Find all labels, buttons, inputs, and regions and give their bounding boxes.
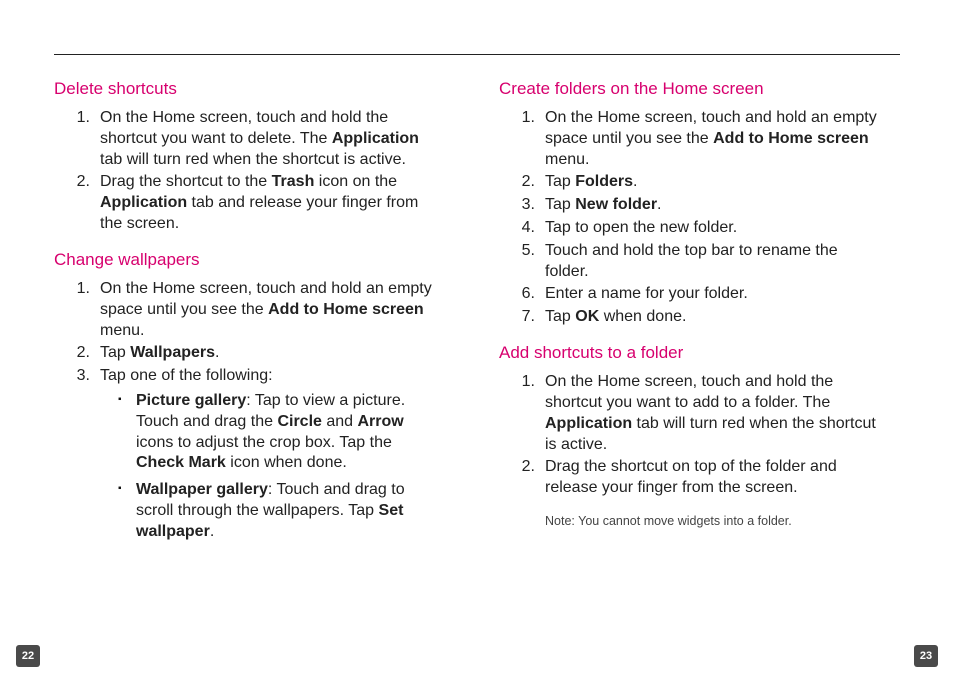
list-item: 5. Touch and hold the top bar to rename … [535, 241, 884, 283]
text: Tap [545, 196, 575, 213]
list-item: 1. On the Home screen, touch and hold th… [535, 372, 884, 455]
text: Touch and hold the top bar to rename the… [545, 242, 838, 280]
text: Drag the shortcut to the [100, 173, 272, 190]
list-item: 6. Enter a name for your folder. [535, 284, 884, 305]
text: and [322, 413, 358, 430]
text: . [210, 523, 214, 540]
list-item: 1. On the Home screen, touch and hold an… [90, 279, 439, 341]
heading-change-wallpapers: Change wallpapers [54, 249, 439, 271]
text: Tap one of the following: [100, 367, 273, 384]
right-column: Create folders on the Home screen 1. On … [499, 78, 884, 557]
text: Tap [545, 173, 575, 190]
left-column: Delete shortcuts 1. On the Home screen, … [54, 78, 439, 557]
text: menu. [100, 322, 144, 339]
list-item: 1. On the Home screen, touch and hold an… [535, 108, 884, 170]
page-columns: Delete shortcuts 1. On the Home screen, … [0, 0, 954, 557]
text-bold: Check Mark [136, 454, 226, 471]
list-delete-shortcuts: 1. On the Home screen, touch and hold th… [54, 108, 439, 235]
text-bold: Add to Home screen [713, 130, 869, 147]
text-bold: Wallpapers [130, 344, 215, 361]
list-item: 1. On the Home screen, touch and hold th… [90, 108, 439, 170]
text-bold: Circle [277, 413, 321, 430]
text-bold: Add to Home screen [268, 301, 424, 318]
text: menu. [545, 151, 589, 168]
text: Tap [100, 344, 130, 361]
text-bold: Trash [272, 173, 315, 190]
text: when done. [599, 308, 686, 325]
list-item: 3. Tap one of the following: Picture gal… [90, 366, 439, 542]
text-bold: Wallpaper gallery [136, 481, 268, 498]
heading-create-folders: Create folders on the Home screen [499, 78, 884, 100]
text-bold: Application [332, 130, 419, 147]
list-item: 2. Drag the shortcut on top of the folde… [535, 457, 884, 499]
list-item: 2. Tap Wallpapers. [90, 343, 439, 364]
page-number-left: 22 [16, 645, 40, 667]
text: Tap [545, 308, 575, 325]
list-add-shortcuts-to-folder: 1. On the Home screen, touch and hold th… [499, 372, 884, 499]
horizontal-rule [54, 54, 900, 55]
text-bold: Picture gallery [136, 392, 246, 409]
text-bold: OK [575, 308, 599, 325]
text-bold: Folders [575, 173, 633, 190]
list-item: 2. Tap Folders. [535, 172, 884, 193]
text: Enter a name for your folder. [545, 285, 748, 302]
text: tab will turn red when the shortcut is a… [100, 151, 406, 168]
list-item: 3. Tap New folder. [535, 195, 884, 216]
list-item: 2. Drag the shortcut to the Trash icon o… [90, 172, 439, 234]
text: icon when done. [226, 454, 347, 471]
text: icons to adjust the crop box. Tap the [136, 434, 392, 451]
list-item: 7. Tap OK when done. [535, 307, 884, 328]
text-bold: Application [100, 194, 187, 211]
list-change-wallpapers: 1. On the Home screen, touch and hold an… [54, 279, 439, 543]
heading-add-shortcuts-to-folder: Add shortcuts to a folder [499, 342, 884, 364]
text: . [215, 344, 219, 361]
text: . [633, 173, 637, 190]
text-bold: Arrow [358, 413, 404, 430]
text-bold: Application [545, 415, 632, 432]
text: icon on the [314, 173, 397, 190]
heading-delete-shortcuts: Delete shortcuts [54, 78, 439, 100]
list-item: Picture gallery: Tap to view a picture. … [128, 391, 439, 474]
text: On the Home screen, touch and hold the s… [545, 373, 833, 411]
text: . [657, 196, 661, 213]
list-item: 4. Tap to open the new folder. [535, 218, 884, 239]
text: Tap to open the new folder. [545, 219, 737, 236]
list-item: Wallpaper gallery: Touch and drag to scr… [128, 480, 439, 542]
text-bold: New folder [575, 196, 657, 213]
text: Drag the shortcut on top of the folder a… [545, 458, 837, 496]
note-text: Note: You cannot move widgets into a fol… [499, 513, 884, 529]
sublist: Picture gallery: Tap to view a picture. … [100, 391, 439, 543]
page-number-right: 23 [914, 645, 938, 667]
list-create-folders: 1. On the Home screen, touch and hold an… [499, 108, 884, 328]
